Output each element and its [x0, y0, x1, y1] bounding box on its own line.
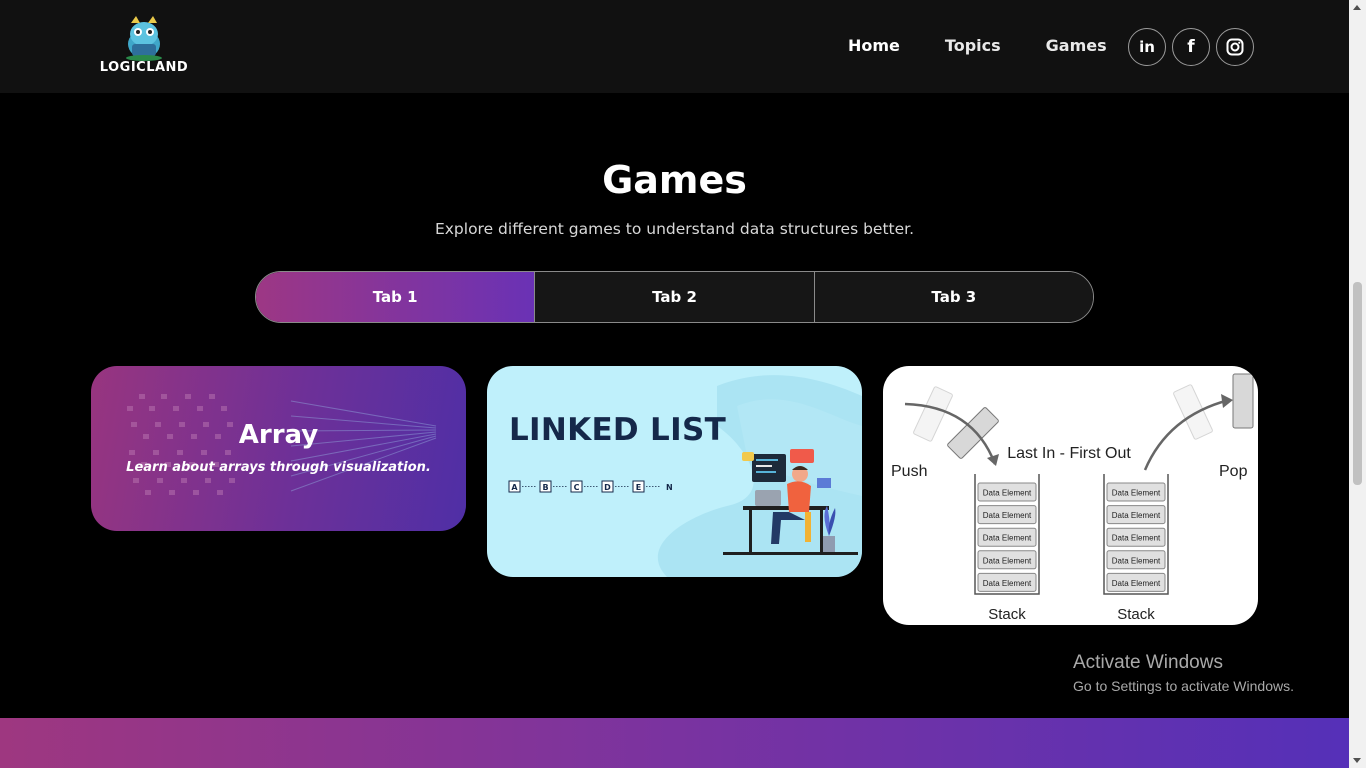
activate-windows-title: Activate Windows: [1073, 652, 1223, 673]
linkedin-icon: in: [1139, 38, 1155, 56]
facebook-icon: f: [1187, 37, 1195, 57]
array-game-card[interactable]: Array Learn about arrays through visuali…: [91, 366, 466, 531]
logo-text: LOGICLAND: [99, 60, 189, 75]
instagram-icon: [1226, 38, 1244, 56]
stack-element-label: Data Element: [1112, 534, 1161, 543]
stack-element-label: Data Element: [983, 511, 1032, 520]
social-links: in f: [1128, 28, 1254, 66]
instagram-button[interactable]: [1216, 28, 1254, 66]
stack-element-label: Data Element: [1112, 579, 1161, 588]
array-card-title: Array: [238, 420, 319, 450]
linked-list-node-label: E: [636, 483, 641, 492]
stack-game-card[interactable]: Data Element Data Element Data Element Data…: [883, 366, 1258, 625]
nav-links: Home Topics Games: [848, 36, 1107, 55]
pop-label: Pop: [1219, 463, 1248, 480]
activate-windows-subtitle: Go to Settings to activate Windows.: [1073, 678, 1294, 694]
linked-list-node-label: N: [666, 483, 673, 492]
activate-windows-watermark: Activate Windows Go to Settings to activ…: [1073, 652, 1294, 694]
stack-label-right: Stack: [1117, 606, 1155, 623]
scroll-down-arrow-icon[interactable]: [1353, 758, 1361, 763]
stack-element-label: Data Element: [983, 534, 1032, 543]
linked-list-game-card[interactable]: LINKED LIST A B C D E N: [487, 366, 862, 577]
stack-element-label: Data Element: [983, 556, 1032, 565]
mascot-icon: [126, 16, 162, 61]
linked-list-node-label: C: [574, 483, 580, 492]
page-subtitle: Explore different games to understand da…: [434, 220, 915, 238]
page-title: Games: [602, 158, 747, 202]
linked-list-card-title: LINKED LIST: [509, 412, 727, 448]
stack-element-label: Data Element: [983, 579, 1032, 588]
facebook-button[interactable]: f: [1172, 28, 1210, 66]
stack-element-label: Data Element: [983, 489, 1032, 498]
stack-element-label: Data Element: [1112, 489, 1161, 498]
stack-element-label: Data Element: [1112, 511, 1161, 520]
scroll-up-arrow-icon[interactable]: [1353, 5, 1361, 10]
scrollbar[interactable]: [1349, 0, 1366, 768]
scroll-thumb[interactable]: [1353, 282, 1362, 485]
stack-caption: Last In - First Out: [1007, 445, 1131, 462]
linked-list-node-label: B: [542, 483, 548, 492]
navbar: LOGICLAND Home Topics Games in f: [0, 0, 1349, 93]
stack-label-left: Stack: [988, 606, 1026, 623]
nav-link-topics[interactable]: Topics: [945, 36, 1001, 55]
linked-list-node-label: A: [511, 483, 518, 492]
stack-diagram: Data Element Data Element Data Element Data…: [891, 373, 1254, 623]
array-card-description: Learn about arrays through visualization…: [126, 460, 431, 475]
nav-link-home[interactable]: Home: [848, 36, 900, 55]
push-label: Push: [891, 463, 927, 480]
stack-element-label: Data Element: [1112, 556, 1161, 565]
tab-bar: Tab 1 Tab 2 Tab 3: [255, 271, 1094, 323]
footer-gradient-band: [0, 718, 1349, 768]
linked-list-nodes: ABCDEN: [508, 480, 673, 493]
tab-1[interactable]: Tab 1: [256, 272, 535, 322]
linked-list-node-label: D: [604, 483, 611, 492]
linkedin-button[interactable]: in: [1128, 28, 1166, 66]
tab-3[interactable]: Tab 3: [813, 272, 1093, 322]
logo[interactable]: LOGICLAND: [98, 14, 190, 76]
linked-list-background-graphic: [657, 375, 862, 577]
nav-link-games[interactable]: Games: [1046, 36, 1107, 55]
tab-2[interactable]: Tab 2: [534, 272, 814, 322]
